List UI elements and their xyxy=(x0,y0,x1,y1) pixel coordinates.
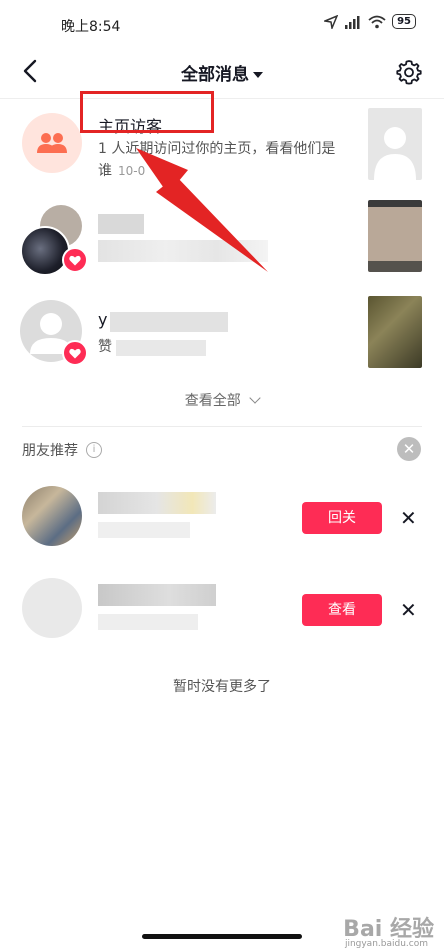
follow-back-button[interactable]: 回关 xyxy=(302,502,382,534)
home-indicator xyxy=(142,934,302,939)
annotation-arrow xyxy=(136,148,268,272)
section-divider xyxy=(22,426,422,427)
like-badge xyxy=(62,340,88,366)
close-circle-icon[interactable]: ✕ xyxy=(397,437,421,461)
blurred-friend-info xyxy=(98,614,198,630)
dismiss-icon[interactable]: ✕ xyxy=(400,598,417,622)
see-all-label: 查看全部 xyxy=(184,393,241,409)
no-more-text: 暂时没有更多了 xyxy=(173,679,271,695)
friend-avatar xyxy=(22,486,82,546)
blurred-message xyxy=(116,340,206,356)
see-all-button[interactable]: 查看全部 xyxy=(0,390,444,410)
heart-icon xyxy=(69,348,81,358)
info-icon[interactable]: i xyxy=(86,442,102,458)
watermark-sub: jingyan.baidu.com xyxy=(344,939,428,949)
chevron-down-icon xyxy=(249,392,261,404)
friends-section-title: 朋友推荐 xyxy=(22,443,78,459)
blurred-friend-name xyxy=(98,584,216,606)
message-title: y xyxy=(98,310,108,329)
video-thumbnail[interactable] xyxy=(368,296,422,368)
blurred-username xyxy=(110,312,228,332)
dismiss-icon[interactable]: ✕ xyxy=(400,506,417,530)
blurred-friend-name xyxy=(98,492,216,514)
message-subtitle: 赞 xyxy=(98,339,112,355)
friend-avatar xyxy=(22,578,82,638)
view-button[interactable]: 查看 xyxy=(302,594,382,626)
blurred-friend-info xyxy=(98,522,190,538)
